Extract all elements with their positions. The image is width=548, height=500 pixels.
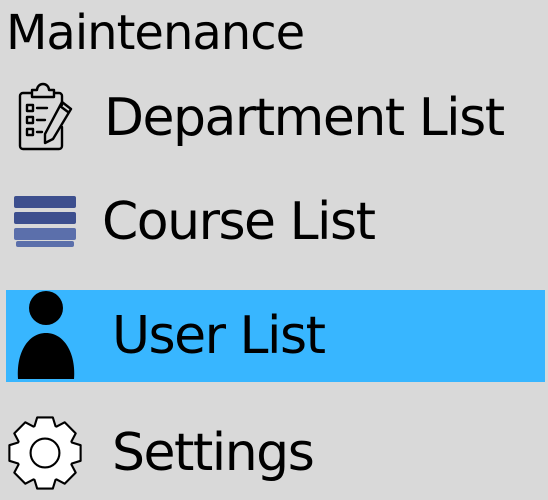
stacked-bars-icon: [6, 176, 84, 268]
nav-item-user-list[interactable]: User List: [6, 290, 545, 382]
nav-item-label: User List: [112, 306, 326, 366]
section-title: Maintenance: [6, 5, 305, 61]
nav-item-department-list[interactable]: Department List: [6, 72, 545, 164]
nav-item-label: Department List: [104, 88, 505, 148]
nav-item-course-list[interactable]: Course List: [6, 176, 545, 268]
nav-item-label: Course List: [102, 192, 376, 252]
nav-item-settings[interactable]: Settings: [6, 407, 545, 499]
gear-icon: [6, 407, 84, 499]
nav-item-label: Settings: [112, 423, 315, 483]
user-icon: [6, 290, 84, 382]
clipboard-checklist-icon: [6, 72, 84, 164]
